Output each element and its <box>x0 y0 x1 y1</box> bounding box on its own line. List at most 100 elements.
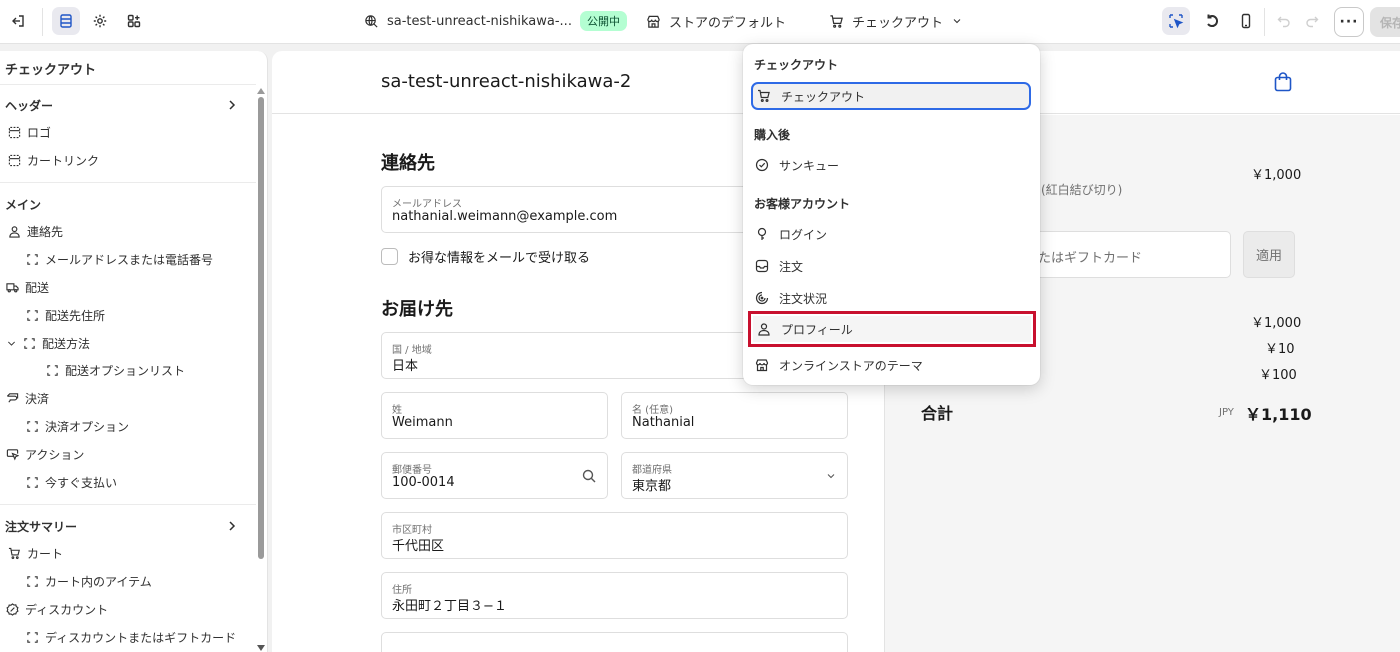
store-selector[interactable]: sa-test-unreact-nishikawa-... 公開中 <box>364 10 627 32</box>
sidebar-item-label: カート <box>27 546 64 561</box>
mobile-preview-icon[interactable] <box>1232 7 1260 35</box>
undo-icon[interactable] <box>1270 7 1298 35</box>
sidebar-item-cart[interactable]: カート <box>8 543 63 563</box>
sidebar-item-label: ロゴ <box>27 125 52 140</box>
more-actions-button[interactable]: ··· <box>1334 7 1364 37</box>
store-label: sa-test-unreact-nishikawa-... <box>387 13 572 29</box>
chevron-right-icon[interactable] <box>226 99 238 111</box>
menu-item-checkout[interactable]: チェックアウト <box>751 82 1031 110</box>
exit-icon[interactable] <box>4 7 32 35</box>
total-label: 合計 <box>921 404 954 423</box>
sidebar-item-contact[interactable]: 連絡先 <box>8 221 63 241</box>
menu-item-label: 注文状況 <box>779 291 828 306</box>
total-value: ￥1,110 <box>1245 405 1312 424</box>
refresh-icon[interactable] <box>1198 7 1226 35</box>
total-currency: JPY <box>1219 407 1234 418</box>
sidebar-item-label: 連絡先 <box>27 224 64 239</box>
menu-item-thank-you[interactable]: サンキュー <box>751 152 1031 178</box>
sidebar-item-discount[interactable]: ディスカウント <box>6 599 108 619</box>
prefecture-select[interactable]: 都道府県 東京都 <box>621 452 848 499</box>
sidebar-item-cart-link[interactable]: カートリンク <box>8 150 99 170</box>
sidebar-item-logo[interactable]: ロゴ <box>8 122 51 142</box>
line-item-price: ￥1,000 <box>1251 168 1302 183</box>
postal-code-field[interactable]: 郵便番号 100-0014 <box>381 452 608 499</box>
sidebar-item-actions[interactable]: アクション <box>6 444 84 464</box>
discount-icon <box>6 602 19 616</box>
prefecture-label: 都道府県 <box>632 465 672 476</box>
sidebar-item-email-or-phone[interactable]: メールアドレスまたは電話番号 <box>26 249 213 269</box>
sidebar-item-label: 決済 <box>25 391 50 406</box>
top-bar: sa-test-unreact-nishikawa-... 公開中 ストアのデフ… <box>0 0 1400 44</box>
shopping-bag-icon[interactable] <box>1272 71 1294 93</box>
sidebar-item-shipping-address[interactable]: 配送先住所 <box>26 305 105 325</box>
menu-item-orders[interactable]: 注文 <box>751 253 1031 279</box>
menu-item-profile[interactable]: プロフィール <box>748 311 1036 347</box>
group-post-purchase: 購入後 <box>754 128 791 142</box>
sidebar-title: チェックアウト <box>5 63 97 78</box>
theme-selector[interactable]: ストアのデフォルト <box>646 10 786 32</box>
inbox-icon <box>755 259 769 273</box>
menu-item-online-store-theme[interactable]: オンラインストアのテーマ <box>751 352 1031 378</box>
shipping-value: ￥10 <box>1265 342 1295 357</box>
gear-icon[interactable] <box>86 7 114 35</box>
menu-item-label: ログイン <box>779 227 828 242</box>
city-field[interactable]: 市区町村 千代田区 <box>381 512 848 559</box>
chevron-down-icon <box>953 19 961 24</box>
sidebar-item-shipping-method[interactable]: 配送方法 <box>6 333 90 353</box>
block-icon <box>8 154 21 166</box>
city-value: 千代田区 <box>392 539 445 554</box>
dashed-block-icon <box>24 337 35 349</box>
menu-item-label: オンラインストアのテーマ <box>779 358 923 373</box>
email-value: nathanial.weimann@example.com <box>392 209 618 224</box>
newsletter-option[interactable]: お得な情報をメールで受け取る <box>381 247 590 266</box>
sidebar-item-label: カート内のアイテム <box>45 574 152 589</box>
sidebar-item-label: 配送方法 <box>42 336 91 351</box>
sidebar-item-shipping[interactable]: 配送 <box>6 277 49 297</box>
menu-item-login[interactable]: ログイン <box>751 221 1031 247</box>
postal-code-value: 100-0014 <box>392 475 455 490</box>
sidebar-item-label: 配送オプションリスト <box>65 363 186 378</box>
apply-discount-button[interactable]: 適用 <box>1243 231 1295 278</box>
sections-icon[interactable] <box>52 7 80 35</box>
address-value: 永田町２丁目３−１ <box>392 599 507 614</box>
section-summary-label[interactable]: 注文サマリー <box>5 518 77 535</box>
first-name-label: 名 (任意) <box>632 405 673 416</box>
address-field[interactable]: 住所 永田町２丁目３−１ <box>381 572 848 619</box>
chevron-down-icon[interactable] <box>6 338 17 349</box>
newsletter-checkbox[interactable] <box>381 248 398 265</box>
section-header-label[interactable]: ヘッダー <box>5 97 53 114</box>
sidebar-item-payment-options[interactable]: 決済オプション <box>26 416 129 436</box>
sidebar-item-shipping-options[interactable]: 配送オプションリスト <box>46 360 185 380</box>
sidebar-item-pay-now[interactable]: 今すぐ支払い <box>26 472 117 492</box>
menu-item-label: チェックアウト <box>781 89 866 104</box>
first-name-field[interactable]: 名 (任意) Nathanial <box>621 392 848 439</box>
scroll-down-arrow[interactable] <box>257 645 265 651</box>
dashed-block-icon <box>27 476 38 488</box>
topbar-divider <box>1264 8 1265 36</box>
sidebar-item-discount-or-gift-card[interactable]: ディスカウントまたはギフトカード <box>26 627 236 647</box>
apps-icon[interactable] <box>120 7 148 35</box>
sidebar-item-payment[interactable]: 決済 <box>6 388 49 408</box>
search-icon[interactable] <box>581 468 597 484</box>
scroll-up-arrow[interactable] <box>257 88 265 94</box>
chevron-down-icon <box>827 474 835 479</box>
menu-item-order-status[interactable]: 注文状況 <box>751 285 1031 311</box>
dashed-block-icon <box>27 420 38 432</box>
last-name-field[interactable]: 姓 Weimann <box>381 392 608 439</box>
delivery-heading: お届け先 <box>381 299 453 320</box>
prefecture-value: 東京都 <box>632 479 672 494</box>
redo-icon[interactable] <box>1298 7 1326 35</box>
scroll-thumb[interactable] <box>258 97 264 559</box>
menu-item-label: プロフィール <box>781 322 853 337</box>
dashed-block-icon <box>27 575 38 587</box>
save-button[interactable]: 保存 <box>1370 7 1400 37</box>
dashed-block-icon <box>27 309 38 321</box>
key-icon <box>757 227 767 240</box>
person-icon <box>9 225 20 238</box>
address-line2-field[interactable] <box>381 632 848 652</box>
sidebar-divider <box>0 84 256 85</box>
chevron-right-icon[interactable] <box>226 520 238 532</box>
sidebar-item-cart-items[interactable]: カート内のアイテム <box>26 571 152 591</box>
page-selector[interactable]: チェックアウト <box>829 10 963 32</box>
inspector-icon[interactable] <box>1162 7 1190 35</box>
